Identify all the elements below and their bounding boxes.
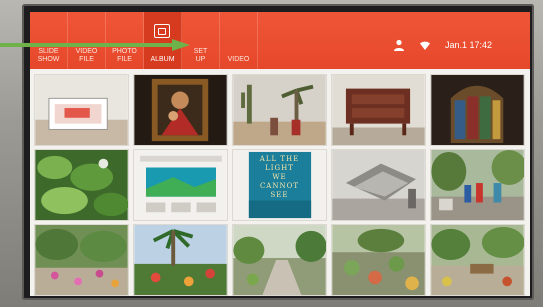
pointer-arrow: [0, 38, 190, 51]
book-title-line3: WE: [272, 173, 287, 181]
book-title-line4: CANNOT: [259, 182, 300, 190]
photo-stone-path-garden[interactable]: [232, 224, 327, 296]
photo-garden-bench[interactable]: [430, 224, 525, 296]
status-area: Jan.1 17:42: [393, 39, 492, 51]
photo-stained-glass[interactable]: [430, 74, 525, 146]
photo-palm-garden[interactable]: [133, 224, 228, 296]
album-icon: [154, 24, 170, 38]
photo-stone-sculpture[interactable]: [331, 149, 426, 221]
photo-desert-cactus-figures[interactable]: [232, 74, 327, 146]
tv-screen: SLIDE SHOW VIDEO FILE PHOTO FILE ALBUM S…: [30, 12, 530, 296]
menu-album-label: ALBUM: [150, 56, 175, 63]
photo-tablet-on-table[interactable]: [34, 74, 129, 146]
photo-garden-people[interactable]: [430, 149, 525, 221]
photo-green-leaves[interactable]: [34, 149, 129, 221]
photo-grid: ALL THE LIGHT WE CANNOT SEE: [34, 74, 528, 296]
clock-time: Jan.1 17:42: [444, 40, 492, 50]
photo-succulent-garden[interactable]: [331, 224, 426, 296]
photo-madonna-painting[interactable]: [133, 74, 228, 146]
menu-video-label: VIDEO: [227, 56, 250, 63]
photo-video-thumbnails[interactable]: [133, 149, 228, 221]
photo-garden-flowers[interactable]: [34, 224, 129, 296]
book-title-line1: ALL THE: [259, 155, 300, 163]
photo-wooden-cabinet[interactable]: [331, 74, 426, 146]
person-icon[interactable]: [393, 39, 405, 51]
wifi-icon: [419, 39, 431, 51]
book-title-line2: LIGHT: [265, 164, 294, 172]
menu-setup-label: SET UP: [193, 48, 208, 63]
menu-video[interactable]: VIDEO: [220, 12, 258, 69]
photo-book-cover[interactable]: ALL THE LIGHT WE CANNOT SEE: [232, 149, 327, 221]
book-title-line5: SEE: [270, 191, 289, 199]
